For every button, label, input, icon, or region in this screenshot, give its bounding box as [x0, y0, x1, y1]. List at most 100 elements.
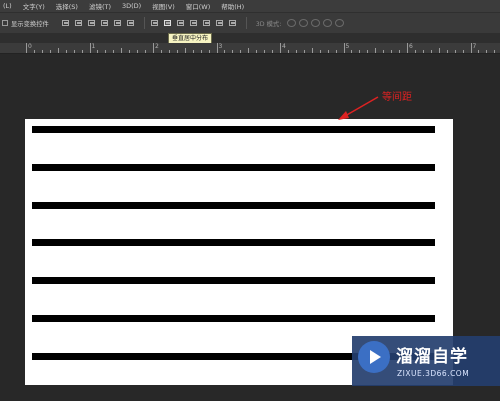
ruler-label: 0	[28, 43, 32, 50]
ruler-major-tick	[26, 43, 27, 53]
ruler-minor-tick	[422, 50, 424, 53]
play-logo-icon	[358, 341, 390, 373]
show-transform-controls-label: 显示变换控件	[11, 20, 49, 28]
distribute-bottom-edges-icon[interactable]	[176, 19, 186, 28]
roll-3d-icon[interactable]	[299, 19, 309, 27]
ruler-minor-tick	[248, 48, 250, 53]
distribute-left-edges-icon[interactable]	[189, 19, 199, 28]
rotate-3d-icon[interactable]	[287, 19, 297, 27]
ruler-minor-tick	[430, 50, 432, 53]
ruler-label: 6	[409, 43, 413, 50]
horizontal-ruler[interactable]: 0 1 2 3 4 5 6 7	[0, 43, 500, 54]
ruler-minor-tick	[391, 50, 393, 53]
align-left-edges-icon[interactable]	[100, 19, 110, 28]
align-top-edges-icon[interactable]	[61, 19, 71, 28]
ruler-major-tick	[280, 43, 281, 53]
menu-item-layer[interactable]: (L)	[3, 2, 12, 10]
distribute-vertical-centers-icon[interactable]	[163, 19, 173, 28]
divider	[143, 17, 145, 29]
ruler-minor-tick	[208, 50, 210, 53]
ruler-minor-tick	[478, 50, 480, 53]
align-right-edges-icon[interactable]	[126, 19, 136, 28]
auto-align-layers-icon[interactable]	[228, 19, 238, 28]
ruler-label: 5	[345, 43, 350, 50]
menu-item-3d[interactable]: 3D(D)	[122, 2, 141, 10]
menu-item-select[interactable]: 选择(S)	[56, 1, 78, 11]
drag-3d-icon[interactable]	[311, 19, 321, 27]
horizontal-line-shape[interactable]	[32, 163, 435, 171]
horizontal-line-shape[interactable]	[32, 201, 435, 209]
equal-spacing-annotation: 等间距	[382, 92, 412, 103]
ruler-minor-tick	[351, 50, 353, 53]
show-transform-controls-checkbox[interactable]	[2, 20, 8, 26]
menu-bar: (L) 文字(Y) 选择(S) 滤镜(T) 3D(D) 视图(V) 窗口(W) …	[0, 0, 500, 12]
align-vertical-centers-icon[interactable]	[74, 19, 84, 28]
ruler-major-tick	[343, 43, 345, 53]
ruler-minor-tick	[327, 50, 329, 53]
watermark-url: ZIXUE.3D66.COM	[397, 369, 470, 378]
ruler-minor-tick	[359, 50, 361, 53]
ruler-minor-tick	[184, 48, 186, 53]
ruler-major-tick	[89, 43, 91, 53]
ruler-minor-tick	[129, 50, 131, 53]
ruler-major-tick	[216, 43, 218, 53]
ruler-minor-tick	[137, 50, 139, 53]
ruler-minor-tick	[486, 50, 488, 53]
menu-item-type[interactable]: 文字(Y)	[23, 1, 45, 11]
ruler-minor-tick	[375, 48, 377, 53]
distribute-top-edges-icon[interactable]	[150, 19, 160, 28]
ruler-minor-tick	[97, 50, 99, 53]
ruler-minor-tick	[113, 50, 115, 53]
ruler-label: 4	[282, 43, 286, 50]
ruler-minor-tick	[383, 50, 385, 53]
document-tab-strip	[0, 33, 500, 43]
ruler-minor-tick	[65, 50, 67, 53]
ruler-minor-tick	[311, 48, 313, 53]
scale-3d-icon[interactable]	[335, 19, 345, 27]
watermark-title: 溜溜自学	[396, 347, 468, 367]
align-horizontal-centers-icon[interactable]	[113, 19, 123, 28]
options-bar: 显示变换控件 3D 模式:	[0, 12, 500, 34]
ruler-minor-tick	[367, 50, 369, 53]
ruler-label: 3	[218, 43, 223, 50]
distribute-right-edges-icon[interactable]	[215, 19, 225, 28]
ruler-minor-tick	[335, 50, 337, 53]
horizontal-line-shape[interactable]	[32, 277, 435, 285]
ruler-major-tick	[407, 43, 408, 53]
ruler-minor-tick	[295, 50, 297, 53]
ruler-minor-tick	[272, 50, 274, 53]
menu-item-window[interactable]: 窗口(W)	[186, 1, 211, 11]
menu-item-filter[interactable]: 滤镜(T)	[89, 1, 111, 11]
horizontal-line-shape[interactable]	[32, 315, 435, 322]
horizontal-line-shape[interactable]	[32, 126, 435, 133]
menu-item-help[interactable]: 帮助(H)	[221, 1, 244, 11]
ruler-minor-tick	[73, 50, 75, 53]
ruler-minor-tick	[399, 50, 401, 53]
ruler-minor-tick	[224, 50, 226, 53]
ruler-minor-tick	[319, 50, 321, 53]
ruler-minor-tick	[33, 50, 35, 53]
ruler-minor-tick	[494, 50, 496, 53]
ruler-minor-tick	[105, 50, 107, 53]
ruler-minor-tick	[192, 50, 194, 53]
ruler-label: 2	[155, 43, 159, 50]
ruler-minor-tick	[232, 50, 234, 53]
slide-3d-icon[interactable]	[323, 19, 333, 27]
ruler-minor-tick	[160, 50, 162, 53]
3d-mode-label: 3D 模式:	[255, 20, 282, 28]
ruler-minor-tick	[41, 50, 43, 53]
ruler-minor-tick	[145, 50, 147, 53]
ruler-label: 1	[91, 43, 96, 50]
align-bottom-edges-icon[interactable]	[87, 19, 97, 28]
ruler-minor-tick	[414, 50, 416, 53]
ruler-minor-tick	[454, 50, 456, 53]
ruler-minor-tick	[256, 50, 258, 53]
divider	[245, 17, 247, 29]
ruler-minor-tick	[438, 48, 440, 53]
ruler-major-tick	[470, 43, 472, 53]
ruler-minor-tick	[176, 50, 178, 53]
horizontal-line-shape[interactable]	[32, 239, 435, 247]
menu-item-view[interactable]: 视图(V)	[152, 1, 175, 11]
ruler-minor-tick	[200, 50, 202, 53]
distribute-horizontal-centers-icon[interactable]	[202, 19, 212, 28]
